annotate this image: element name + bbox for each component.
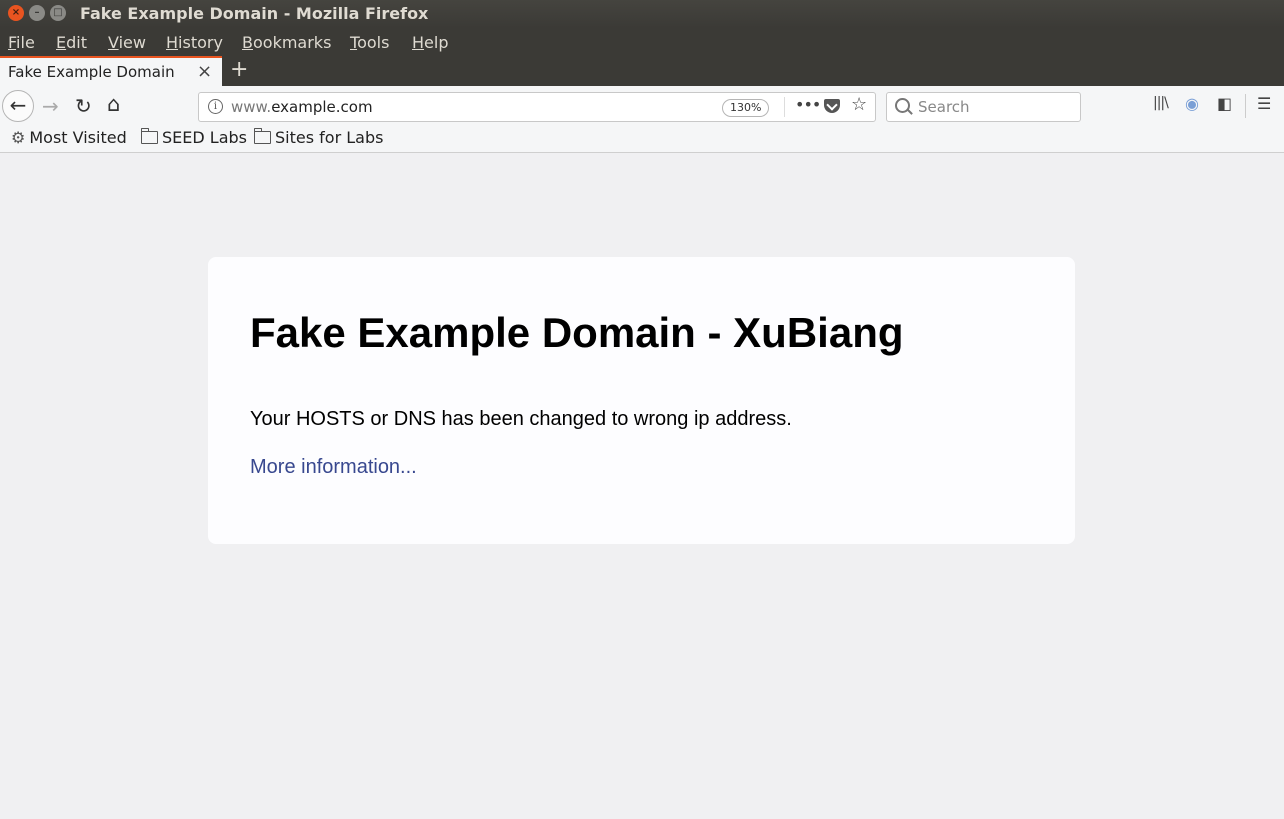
bookmark-most-visited[interactable]: ⚙ Most Visited [11, 128, 127, 147]
window-close-button[interactable]: × [8, 5, 24, 21]
tab-fake-example-domain[interactable]: Fake Example Domain × [0, 56, 222, 86]
back-button[interactable]: ← [2, 90, 34, 122]
menu-file[interactable]: File [8, 33, 35, 52]
reload-button[interactable]: ↻ [75, 94, 92, 118]
sidebar-icon[interactable]: ◧ [1217, 94, 1232, 113]
more-information-link[interactable]: More information... [250, 456, 417, 479]
url-prefix: www. [231, 98, 272, 116]
toolbar-divider [1245, 94, 1246, 118]
bookmark-label: SEED Labs [162, 128, 247, 147]
menu-edit[interactable]: Edit [56, 33, 87, 52]
bookmark-label: Sites for Labs [275, 128, 384, 147]
tab-title: Fake Example Domain [8, 63, 175, 81]
bookmark-label: Most Visited [29, 128, 127, 147]
page-actions-icon[interactable]: ••• [795, 95, 821, 114]
navigation-toolbar: ← → ↻ ⌂ i www.example.com 130% ••• ☆ Sea… [0, 86, 1284, 124]
bookmark-star-icon[interactable]: ☆ [851, 94, 867, 115]
url-host: example.com [271, 98, 373, 116]
url-text[interactable]: www.example.com [231, 98, 373, 116]
page-paragraph: Your HOSTS or DNS has been changed to wr… [250, 408, 792, 430]
window-maximize-button[interactable]: □ [50, 5, 66, 21]
search-bar[interactable]: Search [886, 92, 1081, 122]
window-title: Fake Example Domain - Mozilla Firefox [80, 4, 429, 23]
tab-close-icon[interactable]: × [197, 61, 212, 82]
menu-bar: File Edit View History Bookmarks Tools H… [0, 28, 1284, 56]
search-icon [895, 98, 910, 113]
pocket-icon[interactable] [824, 99, 840, 113]
bookmark-seed-labs[interactable]: SEED Labs [141, 128, 247, 147]
folder-icon [254, 128, 271, 144]
folder-icon [141, 128, 158, 144]
gear-icon: ⚙ [11, 128, 26, 147]
home-button[interactable]: ⌂ [107, 92, 120, 116]
menu-help[interactable]: Help [412, 33, 448, 52]
hamburger-menu-icon[interactable]: ☰ [1257, 94, 1271, 113]
search-placeholder: Search [918, 98, 970, 116]
menu-bookmarks[interactable]: Bookmarks [242, 33, 331, 52]
url-bar-divider [784, 97, 785, 117]
window-titlebar: × – □ Fake Example Domain - Mozilla Fire… [0, 0, 1284, 28]
bookmarks-toolbar: ⚙ Most Visited SEED Labs Sites for Labs [0, 124, 1284, 153]
extension-icon[interactable]: ◉ [1185, 94, 1199, 113]
content-card: Fake Example Domain - XuBiang Your HOSTS… [208, 257, 1075, 544]
info-icon[interactable]: i [208, 99, 223, 114]
menu-history[interactable]: History [166, 33, 223, 52]
url-bar[interactable]: i www.example.com 130% ••• ☆ [198, 92, 876, 122]
tab-strip: Fake Example Domain × + [0, 56, 1284, 86]
zoom-badge[interactable]: 130% [722, 99, 770, 117]
page-heading: Fake Example Domain - XuBiang [250, 309, 904, 356]
forward-button[interactable]: → [42, 94, 59, 118]
bookmark-sites-for-labs[interactable]: Sites for Labs [254, 128, 383, 147]
menu-view[interactable]: View [108, 33, 146, 52]
window-minimize-button[interactable]: – [29, 5, 45, 21]
menu-tools[interactable]: Tools [350, 33, 389, 52]
library-icon[interactable]: |||\ [1153, 95, 1169, 111]
new-tab-button[interactable]: + [230, 57, 248, 82]
